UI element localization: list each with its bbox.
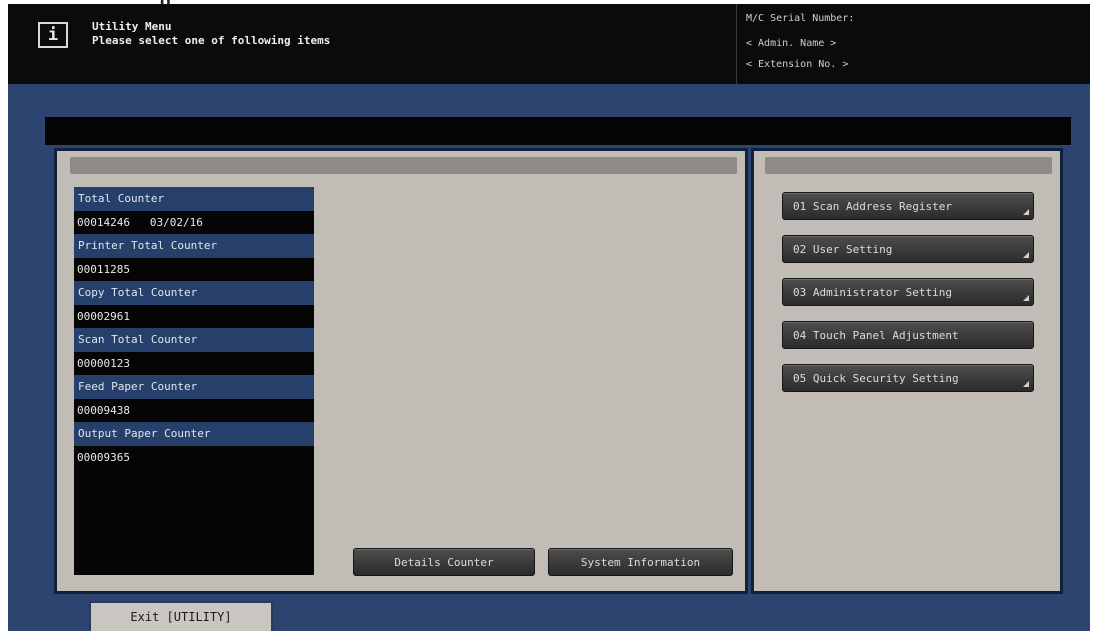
serial-number-label: M/C Serial Number: xyxy=(746,13,855,24)
counter-label-printer-total: Printer Total Counter xyxy=(74,234,314,258)
submenu-corner-icon xyxy=(1023,252,1029,258)
counter-value-copy-total: 00002961 xyxy=(77,310,130,323)
header-divider xyxy=(736,4,737,84)
system-information-button[interactable]: System Information xyxy=(548,548,733,576)
counter-panel: Total Counter 00014246 03/02/16 Printer … xyxy=(54,148,748,594)
counter-label-feed-paper: Feed Paper Counter xyxy=(74,375,314,399)
page-instruction: Please select one of following items xyxy=(92,34,331,47)
extension-number-label: < Extension No. > xyxy=(746,59,849,70)
menu-item-administrator-setting[interactable]: 03 Administrator Setting xyxy=(782,278,1034,306)
admin-name-label: < Admin. Name > xyxy=(746,38,837,49)
submenu-corner-icon xyxy=(1023,209,1029,215)
menu-item-scan-address-register[interactable]: 01 Scan Address Register xyxy=(782,192,1034,220)
menu-item-label: 04 Touch Panel Adjustment xyxy=(793,328,959,342)
details-counter-label: Details Counter xyxy=(394,555,494,569)
counter-value-printer-total: 00011285 xyxy=(77,263,130,276)
counter-label-scan-total: Scan Total Counter xyxy=(74,328,314,352)
counter-value-scan-total: 00000123 xyxy=(77,357,130,370)
submenu-corner-icon xyxy=(1023,295,1029,301)
menu-item-label: 03 Administrator Setting xyxy=(793,285,952,299)
menu-item-label: 02 User Setting xyxy=(793,242,893,256)
menu-item-label: 05 Quick Security Setting xyxy=(793,371,959,385)
counter-list: Total Counter 00014246 03/02/16 Printer … xyxy=(74,187,314,575)
exit-utility-label: Exit [UTILITY] xyxy=(130,610,232,624)
right-panel-header-bar xyxy=(765,157,1052,174)
counter-label-copy-total: Copy Total Counter xyxy=(74,281,314,305)
header-bar: i Utility Menu Please select one of foll… xyxy=(8,4,1090,84)
page-title: Utility Menu xyxy=(92,20,172,33)
menu-item-quick-security-setting[interactable]: 05 Quick Security Setting xyxy=(782,364,1034,392)
title-strip xyxy=(45,117,1071,145)
counter-label-total: Total Counter xyxy=(74,187,314,211)
left-panel-header-bar xyxy=(70,157,737,174)
main-area: Total Counter 00014246 03/02/16 Printer … xyxy=(8,84,1090,631)
counter-value-output-paper: 00009365 xyxy=(77,451,130,464)
exit-utility-button[interactable]: Exit [UTILITY] xyxy=(89,601,273,631)
menu-item-label: 01 Scan Address Register xyxy=(793,199,952,213)
menu-item-touch-panel-adjustment[interactable]: 04 Touch Panel Adjustment xyxy=(782,321,1034,349)
counter-value-total: 00014246 03/02/16 xyxy=(77,216,203,229)
system-information-label: System Information xyxy=(580,555,701,569)
details-counter-button[interactable]: Details Counter xyxy=(353,548,535,576)
info-icon: i xyxy=(38,22,68,48)
counter-value-feed-paper: 00009438 xyxy=(77,404,130,417)
submenu-corner-icon xyxy=(1023,381,1029,387)
counter-label-output-paper: Output Paper Counter xyxy=(74,422,314,446)
menu-panel: 01 Scan Address Register 02 User Setting… xyxy=(751,148,1063,594)
menu-item-user-setting[interactable]: 02 User Setting xyxy=(782,235,1034,263)
